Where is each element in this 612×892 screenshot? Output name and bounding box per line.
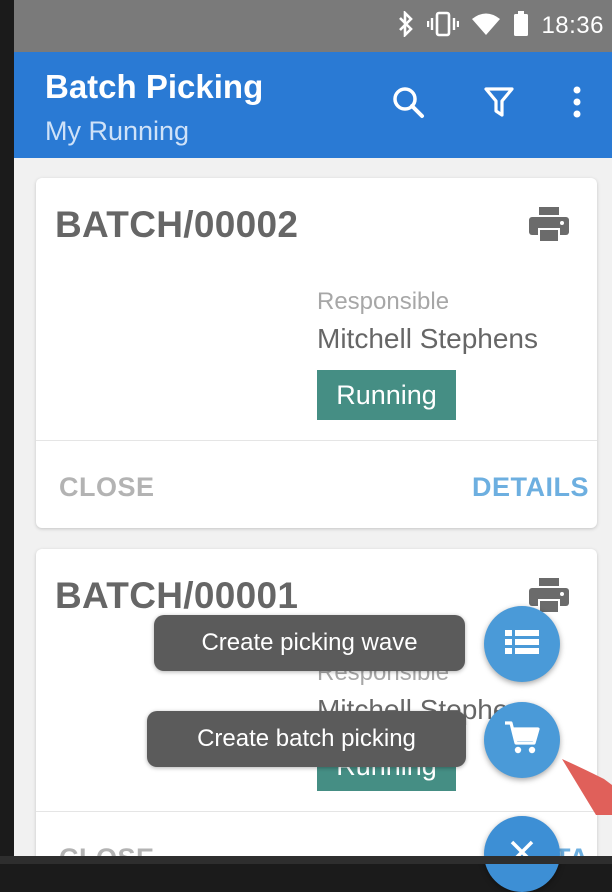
more-options-button[interactable] [555, 82, 599, 126]
search-icon [391, 85, 425, 124]
close-icon [509, 839, 535, 870]
battery-icon [513, 10, 529, 42]
vibrate-icon [427, 11, 460, 42]
filter-button[interactable] [477, 82, 521, 126]
create-batch-picking-button[interactable] [484, 702, 560, 778]
more-vert-icon [572, 85, 582, 124]
bluetooth-icon [397, 9, 415, 42]
pointer-cursor [560, 745, 612, 815]
status-time: 18:36 [541, 12, 604, 39]
app-bar: Batch Picking My Running [14, 52, 612, 158]
create-batch-picking-label[interactable]: Create batch picking [147, 711, 466, 767]
status-bar: 18:36 [14, 0, 612, 52]
create-picking-wave-button[interactable] [484, 606, 560, 682]
page-subtitle: My Running [45, 116, 190, 146]
list-icon [505, 628, 539, 661]
cart-icon [504, 720, 540, 760]
filter-icon [483, 85, 515, 124]
bottom-edge [0, 856, 612, 864]
fab-menu-toggle-button[interactable] [484, 816, 560, 892]
create-picking-wave-label[interactable]: Create picking wave [154, 615, 465, 671]
wifi-icon [471, 12, 501, 41]
page-title: Batch Picking [45, 68, 264, 105]
search-button[interactable] [386, 82, 430, 126]
